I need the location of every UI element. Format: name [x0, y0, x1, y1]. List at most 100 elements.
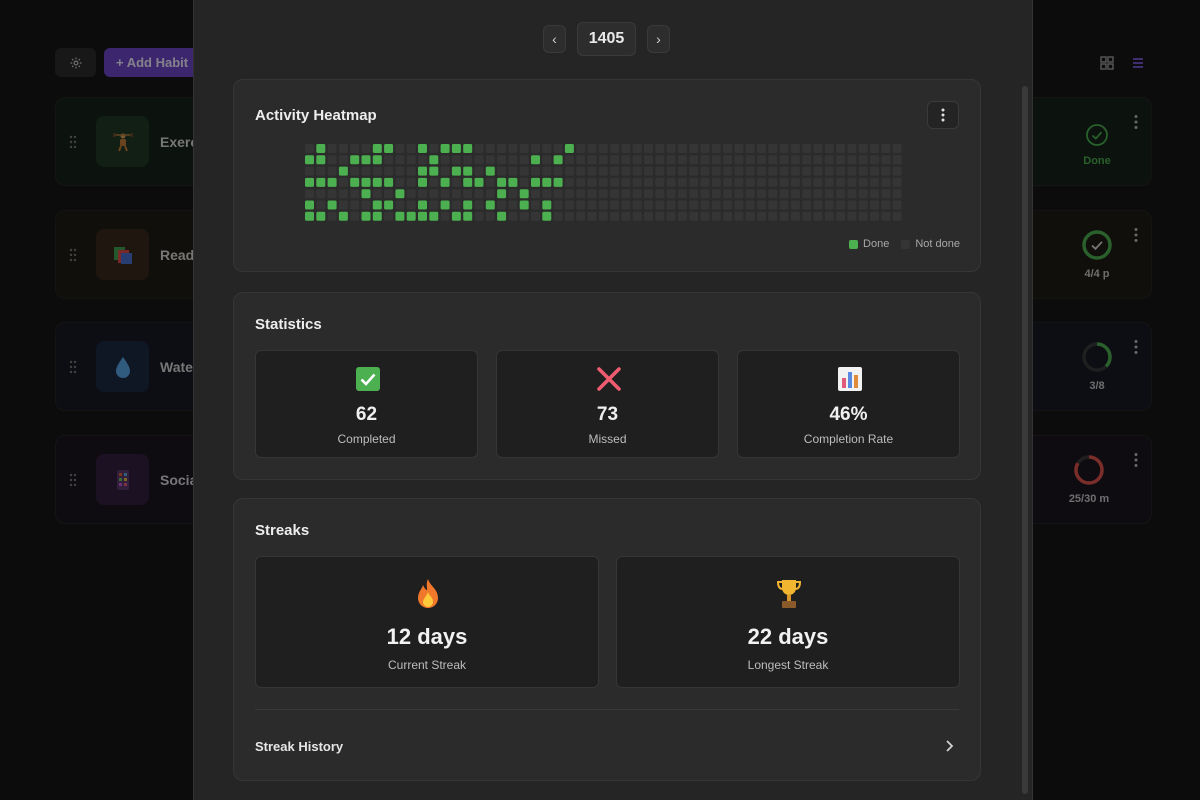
heatmap-cell[interactable]	[847, 200, 857, 210]
heatmap-cell[interactable]	[655, 200, 665, 210]
heatmap-cell[interactable]	[621, 177, 631, 187]
heatmap-cell-done[interactable]	[531, 177, 540, 187]
heatmap-cell[interactable]	[734, 189, 744, 199]
heatmap-cell-done[interactable]	[463, 177, 473, 187]
heatmap-cell[interactable]	[474, 211, 484, 221]
heatmap-cell[interactable]	[768, 166, 778, 176]
heatmap-cell[interactable]	[587, 166, 597, 176]
heatmap-cell-done[interactable]	[418, 177, 427, 187]
heatmap-cell[interactable]	[677, 200, 687, 210]
heatmap-cell[interactable]	[677, 155, 687, 165]
heatmap-cell[interactable]	[813, 200, 823, 210]
heatmap-cell[interactable]	[338, 177, 348, 187]
heatmap-cell[interactable]	[451, 177, 461, 187]
heatmap-cell[interactable]	[802, 177, 812, 187]
heatmap-cell[interactable]	[824, 155, 834, 165]
heatmap-cell[interactable]	[621, 189, 631, 199]
heatmap-cell[interactable]	[655, 144, 665, 153]
heatmap-cell[interactable]	[576, 189, 586, 199]
heatmap-cell-done[interactable]	[327, 177, 337, 187]
heatmap-cell[interactable]	[700, 166, 710, 176]
heatmap-cell[interactable]	[531, 211, 540, 221]
heatmap-cell[interactable]	[372, 166, 382, 176]
heatmap-cell[interactable]	[463, 155, 473, 165]
heatmap-cell[interactable]	[564, 166, 574, 176]
heatmap-cell[interactable]	[621, 211, 631, 221]
heatmap-cell[interactable]	[881, 211, 891, 221]
heatmap-cell[interactable]	[350, 189, 360, 199]
heatmap-cell[interactable]	[497, 144, 507, 153]
heatmap-cell[interactable]	[824, 177, 834, 187]
heatmap-cell[interactable]	[406, 144, 416, 153]
heatmap-cell[interactable]	[429, 177, 439, 187]
heatmap-cell[interactable]	[836, 189, 846, 199]
heatmap-cell[interactable]	[745, 155, 755, 165]
heatmap-cell-done[interactable]	[372, 177, 382, 187]
heatmap-cell[interactable]	[700, 211, 710, 221]
heatmap-cell[interactable]	[542, 144, 552, 153]
heatmap-cell[interactable]	[847, 189, 857, 199]
heatmap-cell[interactable]	[689, 144, 699, 153]
heatmap-cell[interactable]	[474, 189, 484, 199]
heatmap-cell-done[interactable]	[542, 177, 552, 187]
heatmap-cell[interactable]	[610, 177, 620, 187]
heatmap-cell[interactable]	[327, 189, 337, 199]
heatmap-cell[interactable]	[497, 200, 507, 210]
heatmap-cell-done[interactable]	[361, 155, 371, 165]
heatmap-cell[interactable]	[587, 144, 597, 153]
heatmap-cell[interactable]	[745, 189, 755, 199]
heatmap-cell[interactable]	[790, 155, 800, 165]
heatmap-cell[interactable]	[836, 166, 846, 176]
heatmap-cell[interactable]	[723, 211, 733, 221]
heatmap-cell[interactable]	[395, 155, 405, 165]
heatmap-cell[interactable]	[621, 166, 631, 176]
heatmap-cell[interactable]	[361, 166, 371, 176]
heatmap-cell[interactable]	[338, 144, 348, 153]
heatmap-cell[interactable]	[542, 189, 552, 199]
heatmap-cell-done[interactable]	[338, 166, 348, 176]
heatmap-cell[interactable]	[508, 211, 518, 221]
heatmap-cell[interactable]	[508, 144, 518, 153]
heatmap-cell[interactable]	[350, 144, 360, 153]
heatmap-cell[interactable]	[790, 189, 800, 199]
heatmap-cell-done[interactable]	[384, 200, 394, 210]
heatmap-cell-done[interactable]	[418, 200, 427, 210]
heatmap-cell[interactable]	[508, 200, 518, 210]
heatmap-cell-done[interactable]	[429, 166, 439, 176]
heatmap-cell[interactable]	[564, 155, 574, 165]
heatmap-cell[interactable]	[757, 211, 766, 221]
heatmap-cell[interactable]	[598, 155, 608, 165]
heatmap-cell-done[interactable]	[463, 211, 473, 221]
heatmap-cell[interactable]	[440, 155, 450, 165]
heatmap-cell[interactable]	[757, 200, 766, 210]
heatmap-cell[interactable]	[587, 189, 597, 199]
heatmap-cell[interactable]	[587, 155, 597, 165]
heatmap-cell[interactable]	[598, 166, 608, 176]
heatmap-cell[interactable]	[406, 200, 416, 210]
heatmap-cell[interactable]	[689, 166, 699, 176]
heatmap-cell[interactable]	[542, 155, 552, 165]
heatmap-cell[interactable]	[350, 166, 360, 176]
heatmap-cell[interactable]	[508, 155, 518, 165]
heatmap-cell[interactable]	[836, 144, 846, 153]
heatmap-cell[interactable]	[531, 166, 540, 176]
heatmap-cell[interactable]	[881, 177, 891, 187]
heatmap-cell[interactable]	[677, 177, 687, 187]
heatmap-cell-done[interactable]	[519, 189, 529, 199]
heatmap-cell[interactable]	[689, 211, 699, 221]
heatmap-cell[interactable]	[474, 155, 484, 165]
heatmap-cell-done[interactable]	[372, 144, 382, 153]
heatmap-cell[interactable]	[497, 155, 507, 165]
heatmap-cell[interactable]	[305, 166, 314, 176]
heatmap-cell[interactable]	[531, 144, 540, 153]
heatmap-cell[interactable]	[870, 200, 879, 210]
heatmap-cell[interactable]	[858, 211, 868, 221]
heatmap-cell[interactable]	[836, 200, 846, 210]
heatmap-cell[interactable]	[519, 211, 529, 221]
heatmap-cell-done[interactable]	[395, 211, 405, 221]
modal-scrollbar[interactable]	[1022, 86, 1028, 794]
heatmap-cell[interactable]	[700, 200, 710, 210]
heatmap-cell[interactable]	[316, 189, 326, 199]
heatmap-cell[interactable]	[745, 177, 755, 187]
heatmap-cell[interactable]	[372, 189, 382, 199]
